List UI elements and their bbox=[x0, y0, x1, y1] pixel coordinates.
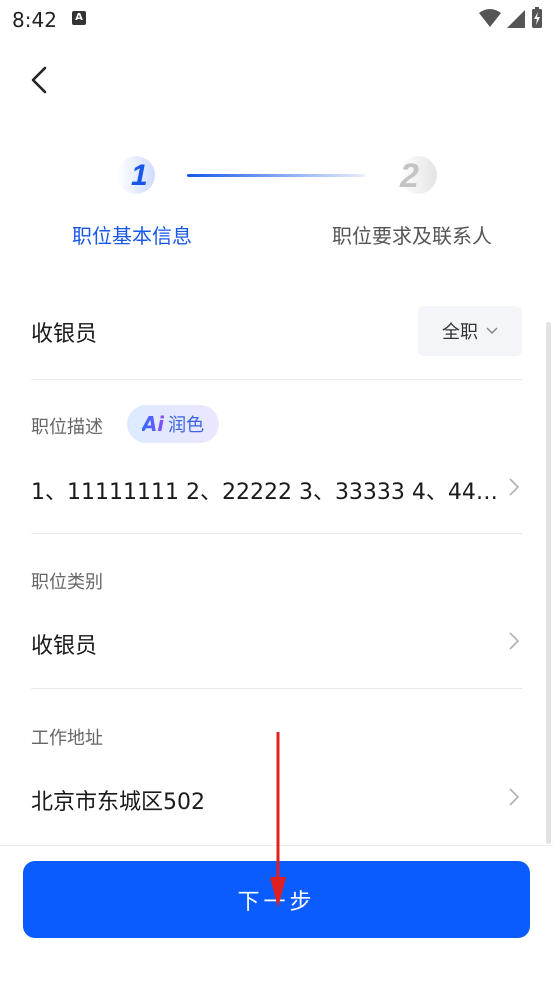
status-bar: 8:42 A bbox=[0, 0, 553, 40]
step-2-number: 2 bbox=[399, 157, 419, 195]
notification-icon: A bbox=[72, 11, 86, 25]
divider bbox=[31, 533, 522, 534]
wifi-icon bbox=[479, 9, 501, 27]
chevron-right-icon[interactable] bbox=[508, 787, 520, 807]
step-1-number: 1 bbox=[131, 159, 148, 192]
category-label: 职位类别 bbox=[31, 572, 103, 593]
back-arrow-icon[interactable] bbox=[28, 64, 52, 96]
ai-polish-label: 润色 bbox=[168, 415, 205, 436]
description-value[interactable]: 1、11111111 2、22222 3、33333 4、44… bbox=[31, 474, 499, 506]
stepper: 1 2 职位基本信息 职位要求及联系人 bbox=[0, 150, 553, 250]
step-1-indicator: 1 bbox=[117, 156, 155, 194]
step-2-indicator: 2 bbox=[399, 156, 437, 195]
system-icons bbox=[479, 7, 543, 28]
next-step-button[interactable]: 下一步 bbox=[23, 861, 530, 938]
job-type-value: 全职 bbox=[442, 322, 478, 343]
divider bbox=[31, 688, 522, 689]
step-2-label: 职位要求及联系人 bbox=[332, 224, 492, 248]
step-connector bbox=[187, 174, 365, 177]
category-value[interactable]: 收银员 bbox=[31, 628, 97, 660]
divider bbox=[31, 379, 522, 380]
chevron-right-icon[interactable] bbox=[508, 631, 520, 651]
ai-polish-button[interactable]: Ai 润色 bbox=[127, 405, 219, 443]
status-time: 8:42 bbox=[12, 8, 57, 32]
ai-logo-icon: Ai bbox=[141, 412, 165, 436]
job-type-dropdown[interactable]: 全职 bbox=[418, 306, 522, 356]
next-step-label: 下一步 bbox=[237, 889, 316, 915]
scrollbar[interactable] bbox=[546, 322, 551, 844]
job-title-value[interactable]: 收银员 bbox=[31, 316, 97, 348]
step-1-label: 职位基本信息 bbox=[72, 224, 192, 248]
description-label: 职位描述 bbox=[31, 417, 103, 438]
chevron-right-icon[interactable] bbox=[508, 477, 520, 497]
address-label: 工作地址 bbox=[31, 728, 103, 749]
address-value[interactable]: 北京市东城区502 bbox=[31, 784, 205, 816]
battery-icon bbox=[532, 7, 542, 28]
signal-icon bbox=[507, 10, 525, 28]
chevron-down-icon bbox=[486, 327, 498, 335]
